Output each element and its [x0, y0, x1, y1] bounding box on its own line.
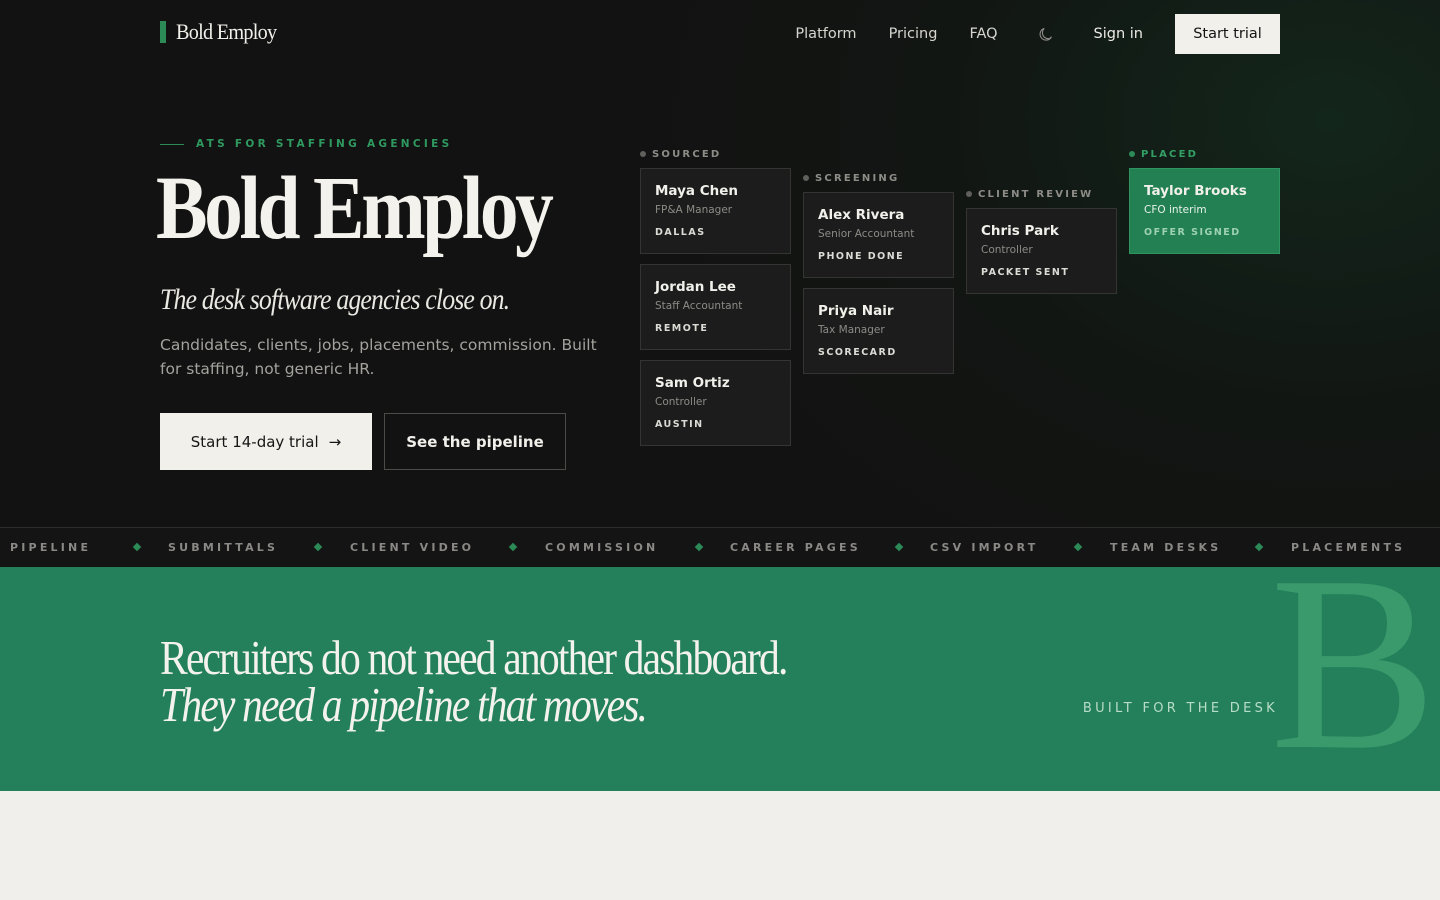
ticker-item: TEAM DESKS: [1110, 541, 1222, 554]
column-label: PLACED: [1141, 148, 1199, 160]
watermark-letters: BE: [1270, 567, 1440, 791]
candidate-role: Controller: [981, 244, 1033, 256]
candidate-role: Controller: [655, 396, 707, 408]
pipeline-column-screening: SCREENING Alex Rivera Senior Accountant …: [803, 170, 954, 384]
candidate-tag: OFFER SIGNED: [1144, 227, 1241, 238]
arrow-right-icon: →: [328, 432, 342, 451]
candidate-tag: REMOTE: [655, 323, 709, 334]
diamond-icon: [508, 542, 518, 552]
hero-title: Bold Employ: [156, 159, 554, 258]
ticker-item: CAREER PAGES: [730, 541, 861, 554]
candidate-role: Tax Manager: [818, 324, 885, 336]
eyebrow: ATS FOR STAFFING AGENCIES: [160, 138, 452, 150]
nav-link-pricing[interactable]: Pricing: [889, 26, 938, 42]
candidate-tag: SCORECARD: [818, 347, 897, 358]
column-label: SCREENING: [815, 172, 900, 184]
pipeline-column-client-review: CLIENT REVIEW Chris Park Controller PACK…: [966, 186, 1117, 304]
candidate-card[interactable]: Jordan Lee Staff Accountant REMOTE: [640, 264, 791, 350]
candidate-name: Sam Ortiz: [655, 375, 730, 391]
sign-in-link[interactable]: Sign in: [1094, 26, 1143, 42]
ticker-item: COMMISSION: [545, 541, 659, 554]
candidate-name: Taylor Brooks: [1144, 183, 1247, 199]
eyebrow-rule: [160, 143, 184, 145]
ticker-item: PIPELINE: [10, 541, 92, 554]
top-nav: Platform Pricing FAQ Sign in Start trial: [795, 14, 1280, 54]
candidate-tag: PHONE DONE: [818, 251, 905, 262]
candidate-name: Chris Park: [981, 223, 1059, 239]
nav-link-faq[interactable]: FAQ: [969, 26, 997, 42]
candidate-card-placed[interactable]: Taylor Brooks CFO interim OFFER SIGNED: [1129, 168, 1280, 254]
diamond-icon: [1073, 542, 1083, 552]
diamond-icon: [694, 542, 704, 552]
start-trial-button[interactable]: Start trial: [1175, 14, 1280, 54]
column-header: PLACED: [1129, 146, 1280, 162]
pipeline-column-sourced: SOURCED Maya Chen FP&A Manager DALLAS Jo…: [640, 146, 791, 456]
hero-section: Bold Employ Platform Pricing FAQ Sign in…: [0, 0, 1440, 527]
band-label: BUILT FOR THE DESK: [1082, 701, 1278, 716]
candidate-name: Jordan Lee: [655, 279, 736, 295]
candidate-name: Priya Nair: [818, 303, 894, 319]
start-14-day-trial-button[interactable]: Start 14-day trial →: [160, 413, 372, 470]
ticker-item: CLIENT VIDEO: [350, 541, 475, 554]
logo-mark: [160, 21, 166, 43]
candidate-tag: PACKET SENT: [981, 267, 1070, 278]
eyebrow-text: ATS FOR STAFFING AGENCIES: [196, 138, 453, 150]
candidate-role: Senior Accountant: [818, 228, 915, 240]
hero-description: Candidates, clients, jobs, placements, c…: [160, 336, 597, 378]
column-label: CLIENT REVIEW: [978, 188, 1094, 200]
candidate-role: FP&A Manager: [655, 204, 733, 216]
candidate-card[interactable]: Alex Rivera Senior Accountant PHONE DONE: [803, 192, 954, 278]
candidate-tag: AUSTIN: [655, 419, 704, 430]
candidate-card[interactable]: Chris Park Controller PACKET SENT: [966, 208, 1117, 294]
band-headline-italic: They need a pipeline that moves.: [160, 677, 648, 732]
ticker-item: CSV IMPORT: [930, 541, 1039, 554]
logo[interactable]: Bold Employ: [160, 19, 285, 45]
candidate-name: Alex Rivera: [818, 207, 905, 223]
candidate-card[interactable]: Maya Chen FP&A Manager DALLAS: [640, 168, 791, 254]
candidate-role: CFO interim: [1144, 204, 1207, 216]
candidate-role: Staff Accountant: [655, 300, 743, 312]
status-dot: [640, 151, 646, 157]
status-dot: [966, 191, 972, 197]
diamond-icon: [894, 542, 904, 552]
column-header: SOURCED: [640, 146, 791, 162]
nav-link-platform[interactable]: Platform: [795, 26, 856, 42]
logo-text: Bold Employ: [176, 19, 277, 44]
see-pipeline-button[interactable]: See the pipeline: [384, 413, 566, 470]
candidate-card[interactable]: Sam Ortiz Controller AUSTIN: [640, 360, 791, 446]
diamond-icon: [313, 542, 323, 552]
column-header: SCREENING: [803, 170, 954, 186]
statement-band: BE Recruiters do not need another dashbo…: [0, 567, 1440, 791]
moon-icon[interactable]: [1038, 26, 1054, 42]
ticker-item: PLACEMENTS: [1291, 541, 1406, 554]
column-label: SOURCED: [652, 148, 722, 160]
candidate-tag: DALLAS: [655, 227, 706, 238]
status-dot: [1129, 151, 1135, 157]
feature-ticker: PIPELINE SUBMITTALS CLIENT VIDEO COMMISS…: [0, 527, 1440, 567]
hero-tagline: The desk software agencies close on.: [160, 283, 510, 316]
candidate-card[interactable]: Priya Nair Tax Manager SCORECARD: [803, 288, 954, 374]
pipeline-column-placed: PLACED Taylor Brooks CFO interim OFFER S…: [1129, 146, 1280, 264]
ticker-item: SUBMITTALS: [168, 541, 279, 554]
diamond-icon: [1254, 542, 1264, 552]
start-14-day-trial-label: Start 14-day trial: [190, 432, 319, 451]
status-dot: [803, 175, 809, 181]
candidate-name: Maya Chen: [655, 183, 739, 199]
diamond-icon: [132, 542, 142, 552]
column-header: CLIENT REVIEW: [966, 186, 1117, 202]
